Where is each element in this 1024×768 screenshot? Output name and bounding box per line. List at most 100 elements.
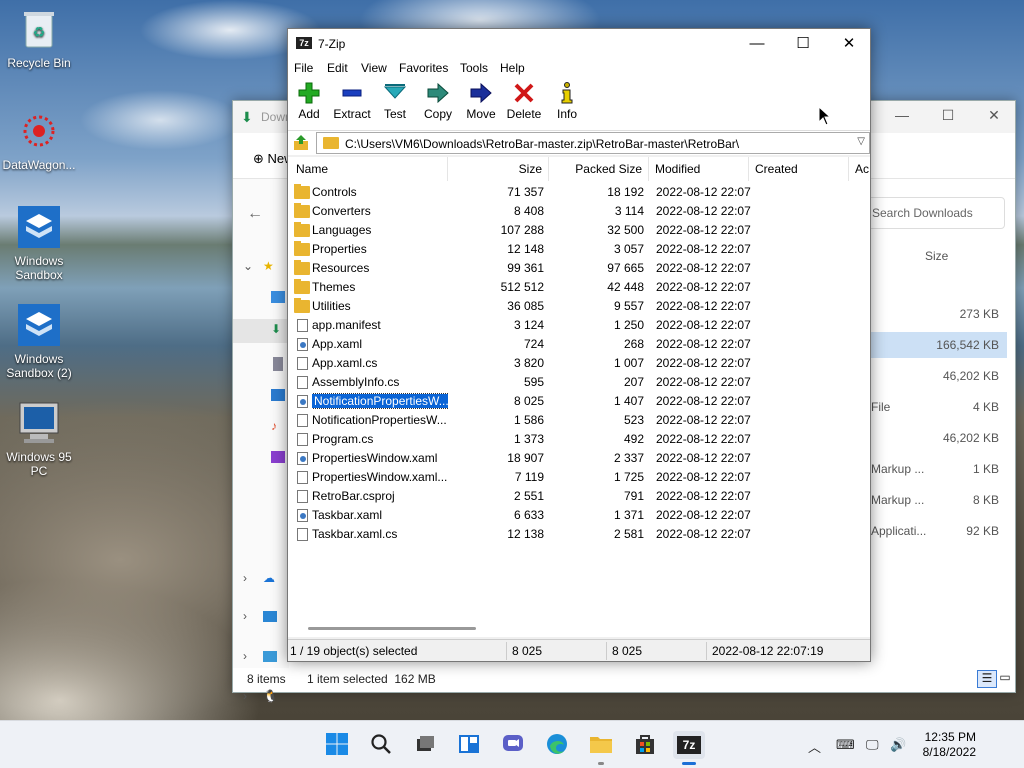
file-row[interactable]: RetroBar.csproj 2 551 791 2022-08-12 22:07 [288,487,870,506]
network-icon[interactable]: 🖵 [866,737,879,753]
7zip-window[interactable]: 7z 7-Zip — ☐ ✕ File Edit View Favorites … [287,28,871,662]
file-row[interactable]: Program.cs 1 373 492 2022-08-12 22:07 [288,430,870,449]
chevron-right-icon[interactable]: › [243,609,247,623]
explorer-file-row[interactable]: Markup ... 8 KB [871,487,1007,513]
chevron-down-icon[interactable]: ▽ [857,136,865,147]
close-button[interactable]: ✕ [971,107,1017,124]
horizontal-scrollbar[interactable] [288,623,870,635]
explorer-file-row[interactable]: File 4 KB [871,394,1007,420]
explorer-file-row[interactable]: 166,542 KB [871,332,1007,358]
column-header-size[interactable]: Size [448,157,549,181]
tiles-view-button[interactable]: ▭ [997,670,1013,688]
windows-sandbox-2-desktop-icon[interactable]: Windows Sandbox (2) [1,302,77,380]
search-input[interactable]: Search Downloads [863,197,1005,229]
maximize-button[interactable]: ☐ [780,33,826,55]
file-row[interactable]: NotificationPropertiesW... 1 586 523 2022-0… [288,411,870,430]
file-icon [297,509,308,522]
file-row[interactable]: app.manifest 3 124 1 250 2022-08-12 22:07 [288,316,870,335]
chevron-right-icon[interactable]: › [243,571,247,585]
datawagon-desktop-icon[interactable]: DataWagon... [1,108,77,172]
file-row[interactable]: App.xaml 724 268 2022-08-12 22:07 [288,335,870,354]
explorer-file-row[interactable]: 273 KB [871,301,1007,327]
store-button[interactable] [631,731,659,759]
teams-chat-button[interactable] [499,731,527,759]
minimize-button[interactable]: — [734,33,780,55]
edge-button[interactable] [543,731,571,759]
file-row[interactable]: Themes 512 512 42 448 2022-08-12 22:07 [288,278,870,297]
minimize-button[interactable]: — [879,107,925,123]
file-row[interactable]: Utilities 36 085 9 557 2022-08-12 22:07 [288,297,870,316]
file-row[interactable]: AssemblyInfo.cs 595 207 2022-08-12 22:07 [288,373,870,392]
column-header-accessed[interactable]: Ac [849,157,870,181]
details-view-button[interactable]: ☰ [977,670,997,688]
clock[interactable]: 12:35 PM 8/18/2022 [923,730,976,760]
windows-95-pc-desktop-icon[interactable]: Windows 95 PC [1,400,77,478]
window-title: 7-Zip [318,37,346,51]
explorer-file-row[interactable]: Applicati... 92 KB [871,518,1007,544]
search-button[interactable] [367,731,395,759]
file-row[interactable]: Languages 107 288 32 500 2022-08-12 22:07 [288,221,870,240]
navigation-pane[interactable]: ← ⌄ ★ ⬇ ♪ › ☁ › › › 🐧 [233,179,289,703]
menu-tools[interactable]: Tools [460,61,488,75]
file-row[interactable]: PropertiesWindow.xaml... 7 119 1 725 2022-0… [288,468,870,487]
menu-file[interactable]: File [294,61,313,75]
menu-view[interactable]: View [361,61,387,75]
7zip-titlebar[interactable]: 7z 7-Zip — ☐ ✕ [288,29,870,57]
volume-icon[interactable]: 🔊 [890,737,906,753]
size-column-header[interactable]: Size [925,249,948,263]
scrollbar-thumb[interactable] [308,627,476,630]
column-header-created[interactable]: Created [749,157,849,181]
menu-favorites[interactable]: Favorites [399,61,448,75]
folder-up-icon[interactable] [292,134,310,152]
file-packed-size: 97 665 [607,261,644,275]
task-view-button[interactable] [411,731,439,759]
file-name: NotificationPropertiesW... [312,392,448,411]
move-button[interactable]: Move [459,81,503,121]
file-row[interactable]: Taskbar.xaml.cs 12 138 2 581 2022-08-12 22:… [288,525,870,544]
chevron-up-icon[interactable]: ︿ [808,737,821,756]
folder-icon [294,298,310,313]
file-name: Utilities [312,297,448,316]
file-row[interactable]: App.xaml.cs 3 820 1 007 2022-08-12 22:07 [288,354,870,373]
edge-icon [545,732,569,759]
status-divider [506,642,507,660]
info-button[interactable]: Info [545,81,589,121]
file-size: 3 820 [513,356,544,370]
close-button[interactable]: ✕ [826,33,872,55]
file-row[interactable]: Converters 8 408 3 114 2022-08-12 22:07 [288,202,870,221]
add-button[interactable]: Add [287,81,331,121]
file-explorer-button[interactable] [587,731,615,765]
windows-sandbox-desktop-icon[interactable]: Windows Sandbox [1,204,77,282]
recycle-bin-desktop-icon[interactable]: ♻ Recycle Bin [1,6,77,70]
column-header-name[interactable]: Name [288,157,448,181]
chevron-right-icon[interactable]: › [243,649,247,663]
7zip-taskbar-button[interactable]: 7z [673,731,705,765]
file-row[interactable]: NotificationPropertiesW... 8 025 1 407 2022… [288,392,870,411]
chevron-down-icon[interactable]: ⌄ [243,259,253,273]
file-row[interactable]: Controls 71 357 18 192 2022-08-12 22:07 [288,183,870,202]
explorer-file-row[interactable]: 46,202 KB [871,363,1007,389]
file-row[interactable]: Resources 99 361 97 665 2022-08-12 22:07 [288,259,870,278]
menu-edit[interactable]: Edit [327,61,348,75]
file-row[interactable]: PropertiesWindow.xaml 18 907 2 337 2022-08-… [288,449,870,468]
column-header-packed-size[interactable]: Packed Size [549,157,649,181]
keyboard-icon[interactable]: ⌨ [836,737,855,753]
column-header-modified[interactable]: Modified [649,157,749,181]
explorer-file-row[interactable]: 46,202 KB [871,425,1007,451]
explorer-file-row[interactable]: Markup ... 1 KB [871,456,1007,482]
menu-help[interactable]: Help [500,61,525,75]
maximize-button[interactable]: ☐ [925,107,971,124]
test-button[interactable]: Test [373,81,417,121]
file-list[interactable]: Name Size Packed Size Modified Created A… [288,157,870,637]
extract-button[interactable]: Extract [330,81,374,121]
copy-button[interactable]: Copy [416,81,460,121]
back-arrow-icon[interactable]: ← [247,205,263,223]
widgets-button[interactable] [455,731,483,759]
delete-button[interactable]: Delete [502,81,546,121]
status-bar: 1 / 19 object(s) selected 8 025 8 025 20… [288,639,870,661]
path-combobox[interactable]: C:\Users\VM6\Downloads\RetroBar-master.z… [316,132,870,154]
start-button[interactable] [323,731,351,759]
nav-item-downloads[interactable]: ⬇ [233,319,289,343]
file-row[interactable]: Properties 12 148 3 057 2022-08-12 22:07 [288,240,870,259]
file-row[interactable]: Taskbar.xaml 6 633 1 371 2022-08-12 22:07 [288,506,870,525]
